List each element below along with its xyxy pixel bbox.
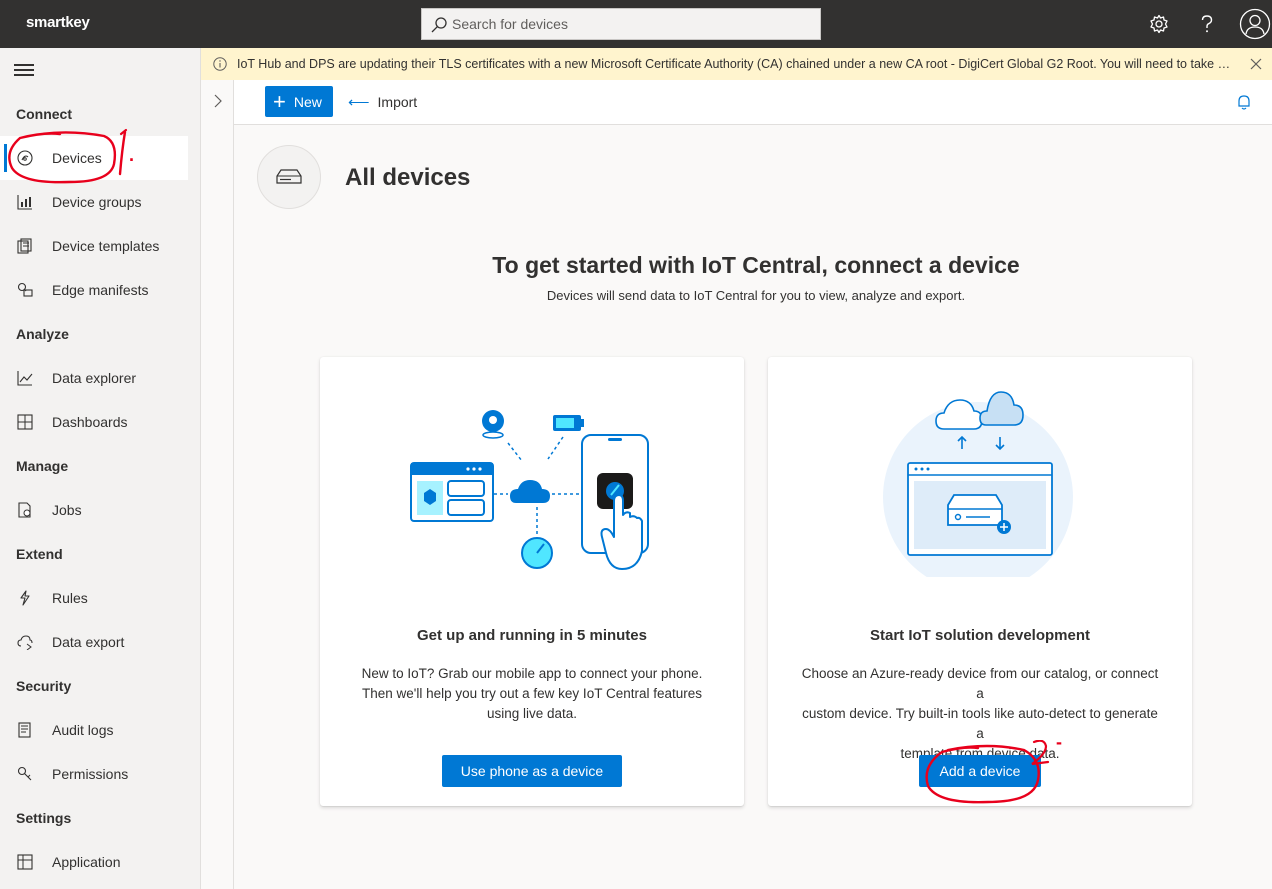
sidebar-heading-extend: Extend bbox=[16, 546, 63, 562]
new-button-label: New bbox=[293, 93, 322, 110]
hero-subtitle: Devices will send data to IoT Central fo… bbox=[546, 288, 966, 303]
account-button[interactable] bbox=[1238, 7, 1272, 41]
sidebar-item-jobs[interactable]: Jobs bbox=[0, 488, 188, 532]
search-input[interactable] bbox=[452, 9, 812, 39]
search-box[interactable] bbox=[421, 8, 821, 40]
search-icon bbox=[431, 17, 447, 33]
add-a-device-button[interactable]: Add a device bbox=[919, 755, 1041, 787]
sidebar-item-device-groups[interactable]: Device groups bbox=[0, 180, 188, 224]
card-description: Choose an Azure-ready device from our ca… bbox=[801, 666, 1159, 761]
top-bar: smartkey bbox=[0, 0, 1272, 48]
jobs-icon bbox=[16, 501, 34, 519]
sidebar-heading-connect: Connect bbox=[16, 106, 72, 122]
sidebar-heading-manage: Manage bbox=[16, 458, 69, 474]
sidebar-item-label: Edge manifests bbox=[52, 282, 149, 298]
chevron-right-icon[interactable] bbox=[211, 94, 225, 108]
help-icon bbox=[1201, 15, 1213, 33]
notification-banner: IoT Hub and DPS are updating their TLS c… bbox=[201, 48, 1272, 80]
command-bar: + New ⟵ Import bbox=[234, 80, 1272, 125]
sidebar-heading-security: Security bbox=[16, 678, 72, 694]
sidebar-item-label: Devices bbox=[52, 150, 102, 166]
sidebar-heading-settings: Settings bbox=[16, 810, 72, 826]
application-icon bbox=[16, 853, 34, 871]
sidebar-item-label: Jobs bbox=[52, 502, 82, 518]
hero-title: To get started with IoT Central, connect… bbox=[492, 252, 1020, 278]
device-icon bbox=[276, 169, 302, 184]
sidebar-item-dashboards[interactable]: Dashboards bbox=[0, 400, 188, 444]
devices-icon bbox=[16, 149, 34, 167]
sidebar-item-label: Permissions bbox=[52, 766, 129, 782]
sidebar-item-label: Device templates bbox=[52, 238, 160, 254]
dashboards-icon bbox=[16, 413, 34, 431]
rules-icon bbox=[16, 589, 34, 607]
page-title: All devices bbox=[345, 164, 471, 191]
card-title: Start IoT solution development bbox=[869, 627, 1090, 644]
hamburger-menu-icon[interactable] bbox=[14, 64, 34, 78]
sidebar-item-application[interactable]: Application bbox=[0, 840, 188, 884]
audit-logs-icon bbox=[16, 721, 34, 739]
edge-manifests-icon bbox=[16, 281, 34, 299]
sidebar-item-data-export[interactable]: Data export bbox=[0, 620, 188, 664]
data-explorer-icon bbox=[16, 369, 34, 387]
device-templates-icon bbox=[16, 237, 34, 255]
sidebar-heading-analyze: Analyze bbox=[16, 326, 69, 342]
sidebar-item-device-templates[interactable]: Device templates bbox=[0, 224, 188, 268]
info-icon bbox=[213, 57, 227, 71]
data-export-icon bbox=[16, 633, 34, 651]
plus-icon: + bbox=[273, 88, 286, 114]
sidebar-item-permissions[interactable]: Permissions bbox=[0, 752, 188, 796]
sidebar: Connect Devices Device groups Device tem… bbox=[0, 48, 201, 889]
card-title: Get up and running in 5 minutes bbox=[416, 627, 647, 644]
card-phone-device: Get up and running in 5 minutes New to I… bbox=[320, 357, 744, 806]
sidebar-item-devices[interactable]: Devices bbox=[0, 136, 188, 180]
new-button[interactable]: + New bbox=[265, 86, 333, 117]
sidebar-item-audit-logs[interactable]: Audit logs bbox=[0, 708, 188, 752]
sidebar-item-label: Data explorer bbox=[52, 370, 137, 386]
close-icon[interactable] bbox=[1248, 56, 1264, 72]
sidebar-item-label: Application bbox=[52, 854, 121, 870]
banner-text: IoT Hub and DPS are updating their TLS c… bbox=[237, 57, 1237, 71]
sidebar-item-edge-manifests[interactable]: Edge manifests bbox=[0, 268, 188, 312]
device-cloud-illustration bbox=[883, 391, 1073, 577]
sidebar-item-label: Rules bbox=[52, 590, 88, 606]
card-solution-development: Start IoT solution development Choose an… bbox=[768, 357, 1192, 806]
sidebar-item-label: Data export bbox=[52, 634, 125, 650]
import-button[interactable]: ⟵ Import bbox=[348, 86, 417, 117]
import-arrow-icon: ⟵ bbox=[348, 93, 370, 111]
secondary-nav-strip bbox=[201, 80, 234, 889]
gear-icon bbox=[1150, 14, 1168, 34]
use-phone-as-device-button[interactable]: Use phone as a device bbox=[442, 755, 622, 787]
phone-iot-illustration bbox=[410, 410, 649, 570]
bell-icon[interactable] bbox=[1236, 94, 1252, 110]
device-icon-badge bbox=[257, 145, 321, 209]
sidebar-item-data-explorer[interactable]: Data explorer bbox=[0, 356, 188, 400]
help-button[interactable] bbox=[1193, 10, 1221, 38]
card-description: New to IoT? Grab our mobile app to conne… bbox=[361, 666, 703, 721]
sidebar-item-label: Device groups bbox=[52, 194, 142, 210]
sidebar-item-label: Audit logs bbox=[52, 722, 114, 738]
import-button-label: Import bbox=[377, 93, 418, 110]
permissions-icon bbox=[16, 765, 34, 783]
app-brand[interactable]: smartkey bbox=[26, 14, 90, 31]
account-icon bbox=[1239, 8, 1271, 40]
device-groups-icon bbox=[16, 193, 34, 211]
settings-button[interactable] bbox=[1145, 10, 1173, 38]
sidebar-item-label: Dashboards bbox=[52, 414, 128, 430]
sidebar-item-rules[interactable]: Rules bbox=[0, 576, 188, 620]
